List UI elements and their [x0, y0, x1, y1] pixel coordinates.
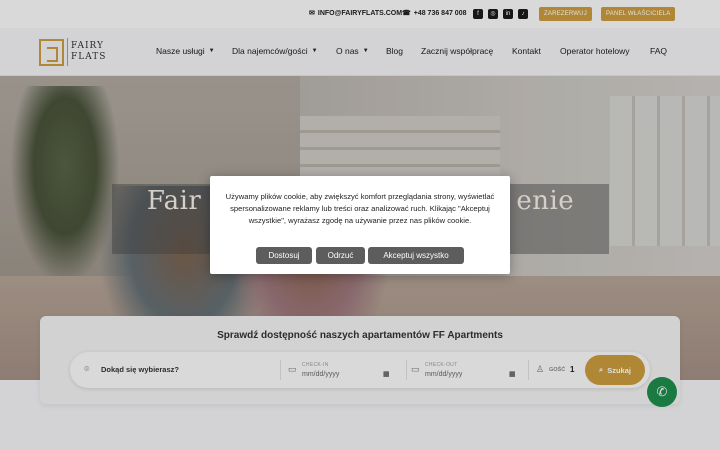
accept-all-cookies-button[interactable]: Akceptuj wszystko — [368, 247, 464, 264]
customize-cookies-button[interactable]: Dostosuj — [256, 247, 312, 264]
reject-cookies-button[interactable]: Odrzuć — [316, 247, 365, 264]
cookie-text: Używamy plików cookie, aby zwiększyć kom… — [225, 192, 495, 225]
cookie-consent-dialog: Używamy plików cookie, aby zwiększyć kom… — [210, 176, 510, 274]
